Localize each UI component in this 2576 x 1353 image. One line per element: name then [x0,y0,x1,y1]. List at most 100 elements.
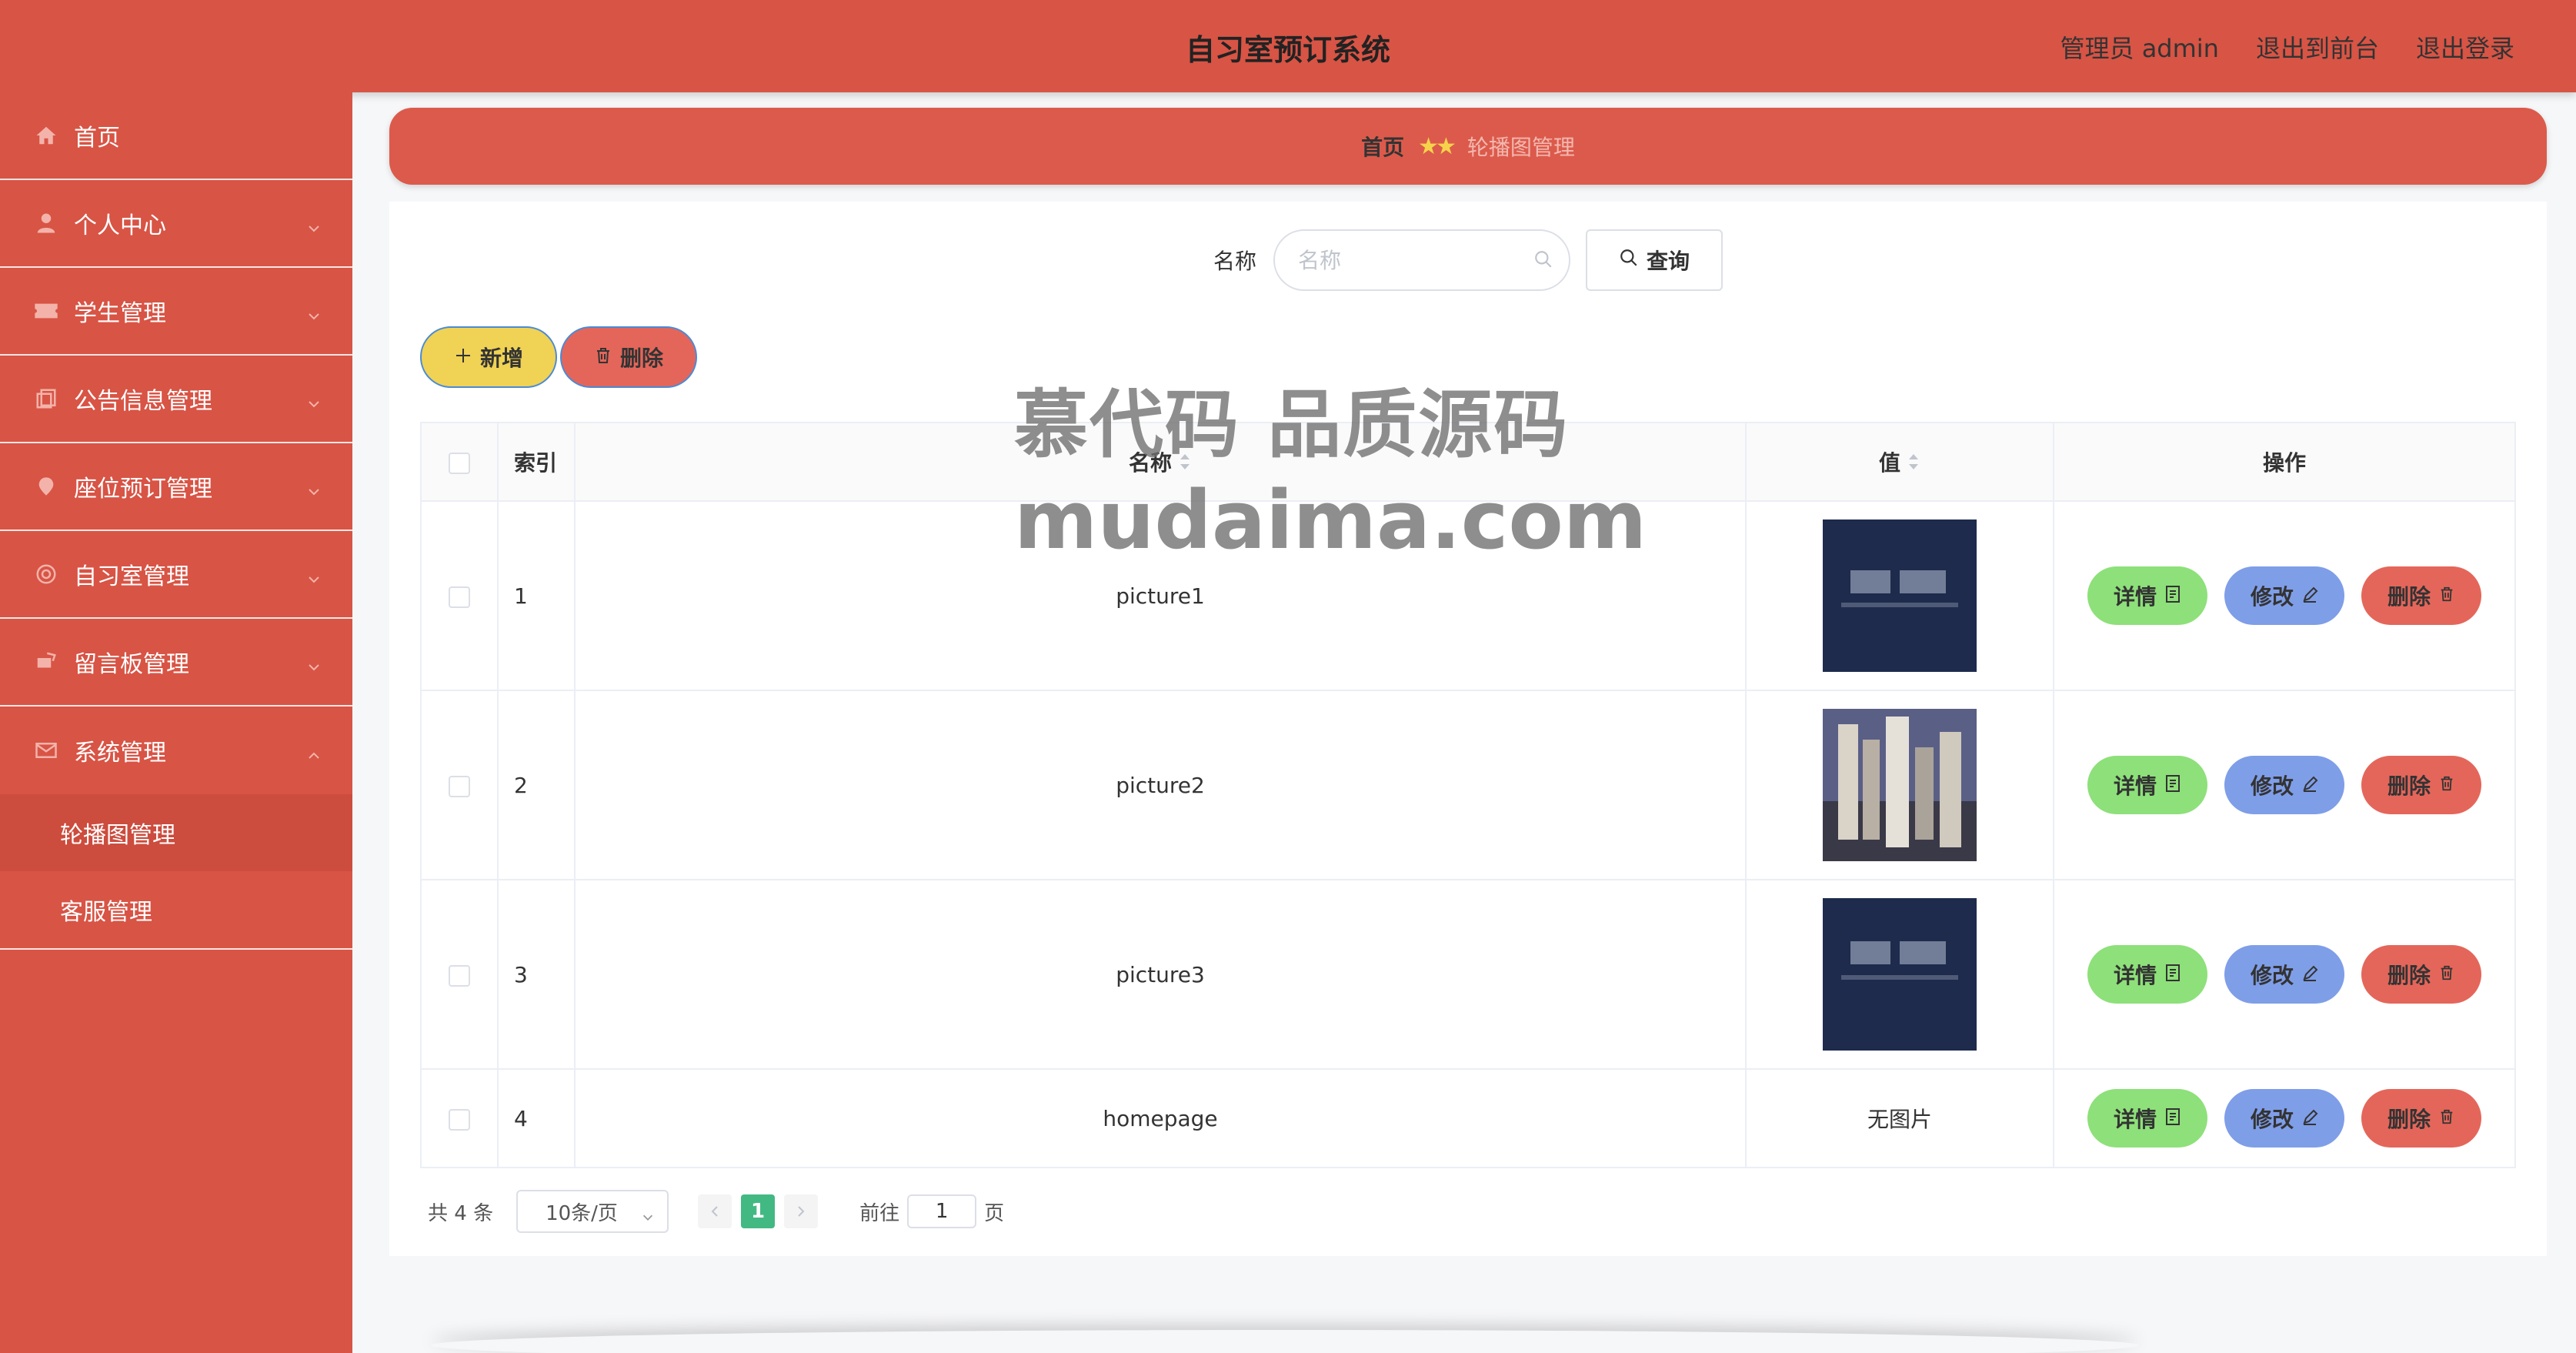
pagination-total: 共 4 条 [428,1201,494,1225]
row-name: picture3 [574,879,1747,1070]
delete-label: 删除 [2387,773,2431,799]
content-panel: 名称 查询 新增 删除 索引 名称 值 操作 [389,202,2547,1256]
delete-label: 删除 [2387,584,2431,610]
sidebar-item-home[interactable]: 首页 [0,92,352,180]
star-separator-icon: ★★ [1418,132,1457,160]
search-input[interactable] [1273,229,1570,291]
edit-button[interactable]: 修改 [2224,1089,2344,1148]
sidebar-item-system[interactable]: 系统管理 [0,707,352,794]
books-thumbnail[interactable] [1823,709,1977,861]
pencil-icon [2301,583,2318,609]
sidebar-item-label: 留言板管理 [74,651,189,678]
goto-label: 前往 [859,1201,900,1225]
edit-label: 修改 [2250,963,2294,988]
document-icon [2164,962,2181,987]
next-page-button[interactable] [784,1194,819,1228]
breadcrumb: 首页 ★★ 轮播图管理 [389,108,2547,185]
batch-delete-button[interactable]: 删除 [560,326,697,388]
row-checkbox[interactable] [449,586,470,608]
action-row: 新增 删除 [420,326,697,388]
delete-button[interactable]: 删除 [2361,945,2481,1004]
pencil-icon [2301,773,2318,798]
pagination: 共 4 条 10条/页 1 前往 页 [428,1190,1004,1233]
detail-button[interactable]: 详情 [2087,945,2207,1004]
pencil-icon [2301,1106,2318,1131]
row-checkbox[interactable] [449,775,470,797]
row-value: 无图片 [1745,1068,2054,1168]
plus-icon [454,345,472,370]
sidebar-subitem-customer-service[interactable]: 客服管理 [0,871,352,948]
prev-page-button[interactable] [698,1194,732,1228]
chat-icon [34,650,58,674]
row-name: picture2 [574,690,1747,880]
sidebar-item-profile[interactable]: 个人中心 [0,180,352,268]
table-row: 1 picture1 详情 修改 删除 [420,500,2516,691]
row-index: 4 [497,1068,576,1168]
detail-button[interactable]: 详情 [2087,1089,2207,1148]
page-number-button[interactable]: 1 [741,1194,776,1228]
sidebar-item-students[interactable]: 学生管理 [0,268,352,356]
goto-page-input[interactable] [907,1194,977,1228]
row-check-cell [420,690,499,880]
delete-button[interactable]: 删除 [2361,756,2481,814]
row-checkbox[interactable] [449,964,470,987]
column-header-value[interactable]: 值 [1745,422,2054,502]
row-value [1745,879,2054,1070]
detail-button[interactable]: 详情 [2087,756,2207,814]
table-row: 4 homepage 无图片 详情 修改 删除 [420,1068,2516,1168]
sidebar-subitem-carousel[interactable]: 轮播图管理 [0,794,352,871]
column-header-ops: 操作 [2053,422,2516,502]
sidebar-item-label: 座位预订管理 [74,476,212,503]
select-all-checkbox[interactable] [449,452,470,474]
row-index: 1 [497,500,576,691]
edit-button[interactable]: 修改 [2224,945,2344,1004]
search-icon [1619,248,1639,273]
sort-icon[interactable] [1178,452,1192,477]
sidebar-item-label: 系统管理 [74,740,166,767]
sidebar: 首页 个人中心 学生管理 公告信息管理 座位预订管理 自习室管理 留言板管理 系… [0,92,352,1353]
search-icon [1533,249,1553,272]
row-checkbox[interactable] [449,1108,470,1131]
search-label: 名称 [1213,249,1256,274]
query-button[interactable]: 查询 [1586,229,1723,291]
breadcrumb-home[interactable]: 首页 [1361,131,1404,162]
home-icon [34,123,58,148]
edit-button[interactable]: 修改 [2224,756,2344,814]
delete-label: 删除 [2387,963,2431,988]
sort-icon[interactable] [1907,452,1920,477]
delete-button[interactable]: 删除 [2361,1089,2481,1148]
sidebar-item-notices[interactable]: 公告信息管理 [0,356,352,443]
edit-button[interactable]: 修改 [2224,566,2344,625]
admin-label: 管理员 admin [2060,34,2219,63]
document-icon [2164,1106,2181,1131]
logout-link[interactable]: 退出登录 [2416,29,2514,65]
column-header-index: 索引 [497,422,576,502]
delete-button[interactable]: 删除 [2361,566,2481,625]
sidebar-item-label: 学生管理 [74,300,166,327]
select-all-cell [420,422,499,502]
header-links: 管理员 admin 退出到前台 退出登录 [2060,29,2514,65]
chevron-down-icon [306,654,322,681]
sidebar-item-message-board[interactable]: 留言板管理 [0,619,352,707]
location-icon [34,474,58,499]
banner-thumbnail[interactable] [1823,898,1977,1051]
banner-thumbnail[interactable] [1823,519,1977,672]
page-size-select[interactable]: 10条/页 [516,1190,669,1233]
row-check-cell [420,500,499,691]
chevron-down-icon [306,479,322,506]
sidebar-item-seat-booking[interactable]: 座位预订管理 [0,443,352,531]
sidebar-item-label: 公告信息管理 [74,388,212,415]
user-icon [34,211,58,236]
ticket-icon [34,299,58,323]
chevron-down-icon [641,1207,655,1230]
delete-label: 删除 [2387,1107,2431,1132]
row-ops: 详情 修改 删除 [2053,1068,2516,1168]
sidebar-item-study-rooms[interactable]: 自习室管理 [0,531,352,619]
to-front-link[interactable]: 退出到前台 [2256,29,2379,65]
search-field [1273,229,1570,291]
column-header-value-label: 值 [1878,450,1900,476]
column-header-name[interactable]: 名称 [574,422,1747,502]
edit-label: 修改 [2250,773,2294,799]
detail-button[interactable]: 详情 [2087,566,2207,625]
add-button[interactable]: 新增 [420,326,557,388]
